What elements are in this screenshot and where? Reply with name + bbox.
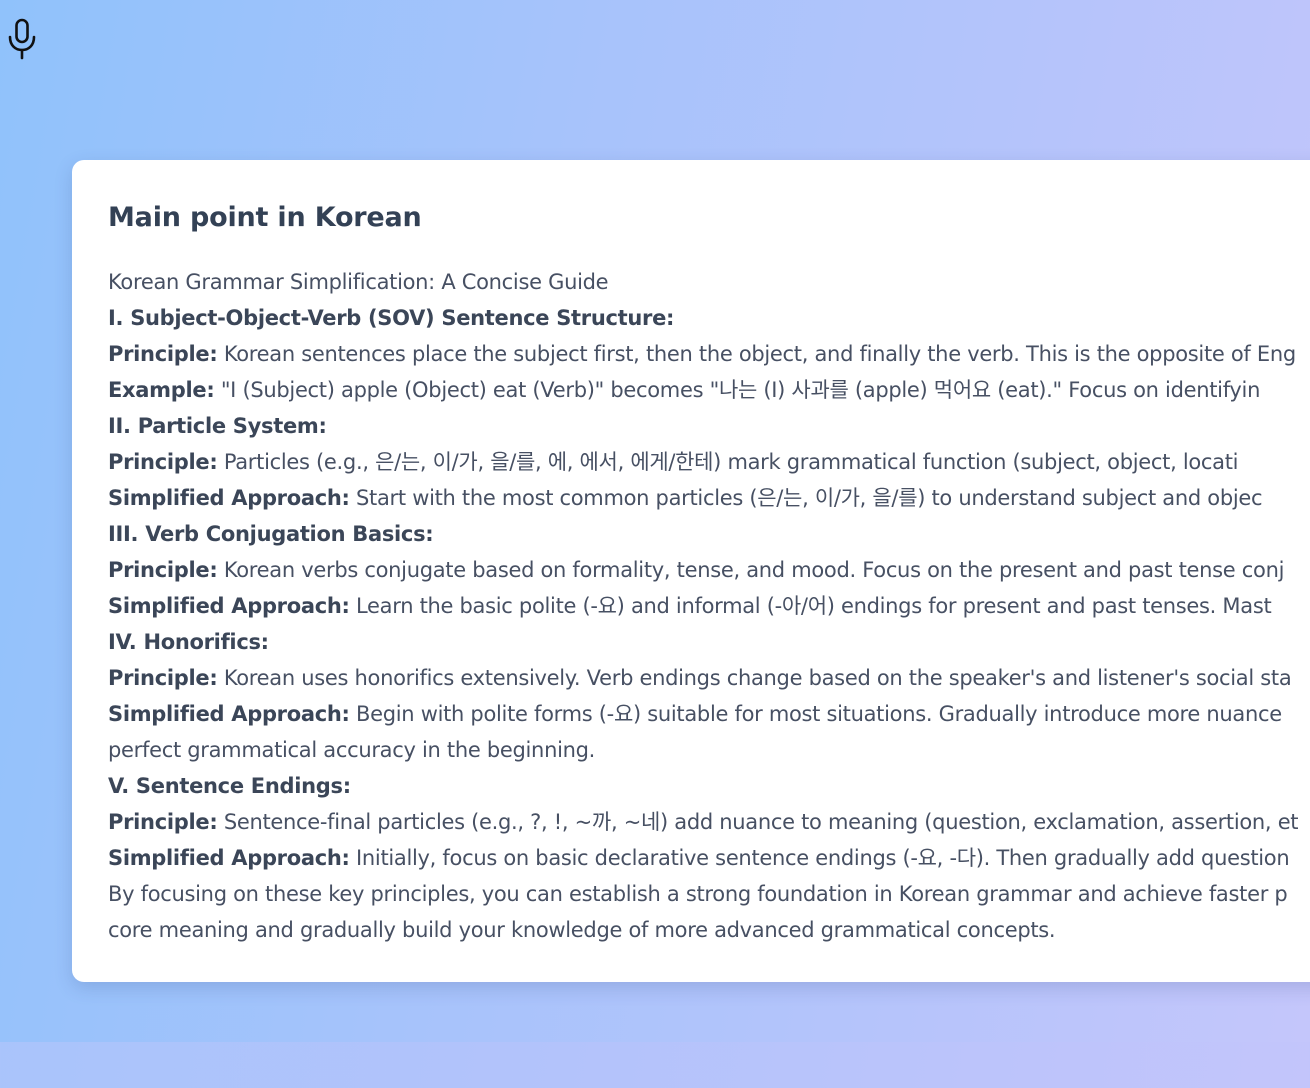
- item-label: Principle:: [108, 666, 218, 690]
- section-item: Simplified Approach: Initially, focus on…: [108, 840, 1310, 876]
- section-heading: III. Verb Conjugation Basics:: [108, 522, 434, 546]
- item-text: Initially, focus on basic declarative se…: [356, 846, 1290, 870]
- section-heading: IV. Honorifics:: [108, 630, 269, 654]
- item-label: Principle:: [108, 450, 218, 474]
- section-item: Principle: Particles (e.g., 은/는, 이/가, 을/…: [108, 444, 1310, 480]
- section-item: Principle: Korean sentences place the su…: [108, 336, 1310, 372]
- conclusion-line: core meaning and gradually build your kn…: [108, 918, 1056, 942]
- item-label: Simplified Approach:: [108, 702, 350, 726]
- item-text: Sentence-final particles (e.g., ?, !, ~까…: [223, 810, 1299, 834]
- section-heading: V. Sentence Endings:: [108, 774, 351, 798]
- section-item: Principle: Sentence-final particles (e.g…: [108, 804, 1310, 840]
- item-text: Korean verbs conjugate based on formalit…: [223, 558, 1285, 582]
- microphone-icon: [8, 18, 36, 60]
- item-label: Simplified Approach:: [108, 846, 350, 870]
- main-point-card: Main point in Korean Korean Grammar Simp…: [72, 160, 1310, 982]
- card-content: Korean Grammar Simplification: A Concise…: [108, 264, 1310, 948]
- item-text: "I (Subject) apple (Object) eat (Verb)" …: [220, 378, 1261, 402]
- item-label: Principle:: [108, 558, 218, 582]
- conclusion-line: By focusing on these key principles, you…: [108, 882, 1288, 906]
- intro-line: Korean Grammar Simplification: A Concise…: [108, 270, 609, 294]
- section-item: Principle: Korean verbs conjugate based …: [108, 552, 1310, 588]
- item-label: Simplified Approach:: [108, 594, 350, 618]
- section-item: Simplified Approach: Begin with polite f…: [108, 696, 1310, 732]
- item-continuation: perfect grammatical accuracy in the begi…: [108, 738, 596, 762]
- section-item: Example: "I (Subject) apple (Object) eat…: [108, 372, 1310, 408]
- item-text: Begin with polite forms (-요) suitable fo…: [356, 702, 1282, 726]
- item-text: Particles (e.g., 은/는, 이/가, 을/를, 에, 에서, 에…: [223, 450, 1239, 474]
- item-text: Start with the most common particles (은/…: [356, 486, 1263, 510]
- item-label: Principle:: [108, 342, 218, 366]
- section-item: Simplified Approach: Start with the most…: [108, 480, 1310, 516]
- item-text: Korean uses honorifics extensively. Verb…: [223, 666, 1292, 690]
- item-label: Example:: [108, 378, 215, 402]
- section-heading: II. Particle System:: [108, 414, 327, 438]
- section-item: Simplified Approach: Learn the basic pol…: [108, 588, 1310, 624]
- item-text: Korean sentences place the subject first…: [223, 342, 1296, 366]
- section-heading: I. Subject-Object-Verb (SOV) Sentence St…: [108, 306, 675, 330]
- item-label: Simplified Approach:: [108, 486, 350, 510]
- card-title: Main point in Korean: [108, 202, 422, 233]
- section-item: Principle: Korean uses honorifics extens…: [108, 660, 1310, 696]
- item-label: Principle:: [108, 810, 218, 834]
- microphone-button[interactable]: [4, 18, 40, 62]
- item-text: Learn the basic polite (-요) and informal…: [356, 594, 1272, 618]
